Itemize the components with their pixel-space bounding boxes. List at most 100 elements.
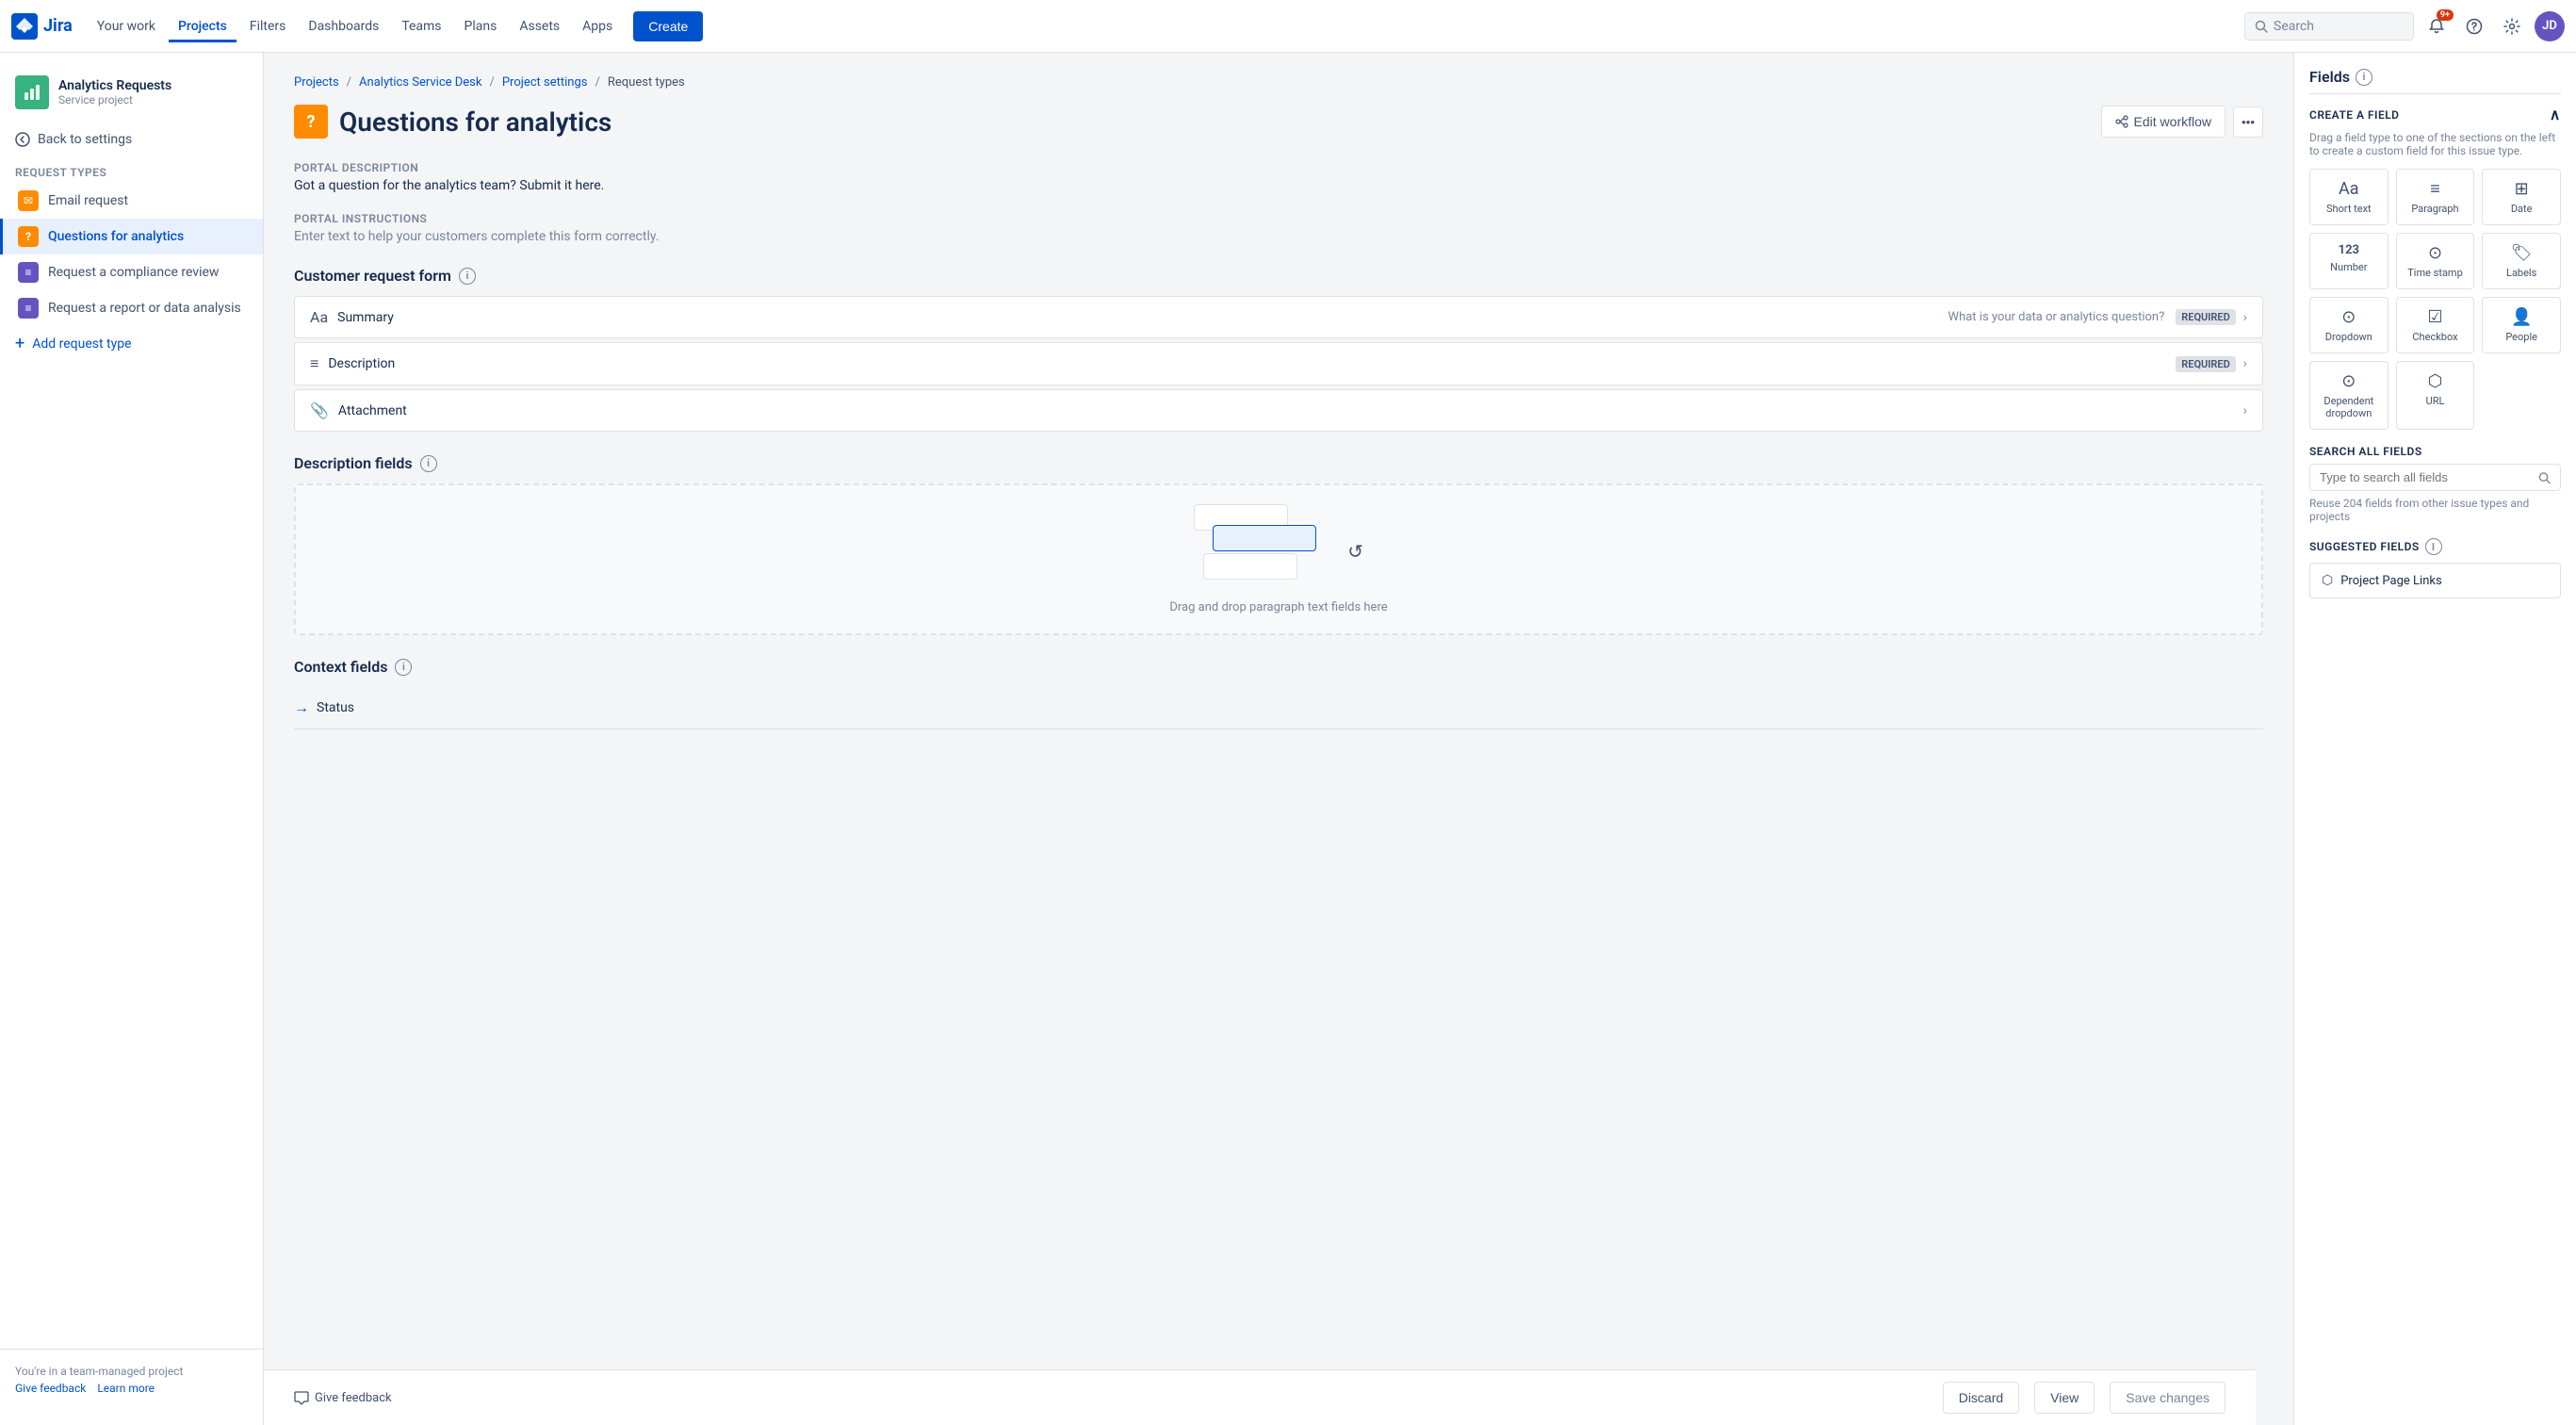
field-type-dropdown[interactable]: ⊙ Dropdown xyxy=(2309,297,2389,353)
suggested-label-text: Suggested fields xyxy=(2309,540,2420,553)
give-feedback-link[interactable]: Give feedback xyxy=(15,1382,86,1395)
breadcrumb: Projects / Analytics Service Desk / Proj… xyxy=(294,75,2263,90)
breadcrumb-sep: / xyxy=(347,75,351,90)
notifications-button[interactable]: 9+ xyxy=(2421,11,2452,41)
project-type: Service project xyxy=(58,93,171,106)
nav-your-work[interactable]: Your work xyxy=(88,11,165,41)
give-feedback-button[interactable]: Give feedback xyxy=(294,1390,392,1405)
nav-assets[interactable]: Assets xyxy=(510,11,569,41)
portal-instructions-label: Portal instructions xyxy=(294,212,2263,225)
sidebar-item-compliance[interactable]: ≡ Request a compliance review xyxy=(0,254,263,290)
breadcrumb-service-desk[interactable]: Analytics Service Desk xyxy=(359,75,481,90)
portal-instructions-placeholder[interactable]: Enter text to help your customers comple… xyxy=(294,229,2263,244)
create-button[interactable]: Create xyxy=(633,11,703,41)
nav-item-label[interactable]: Assets xyxy=(510,11,569,41)
field-attachment[interactable]: 📎 Attachment xyxy=(294,389,2263,432)
fields-info-icon[interactable]: i xyxy=(2356,69,2372,86)
project-page-links-icon: ⬡ xyxy=(2322,573,2333,588)
right-panel-header: Fields i xyxy=(2309,68,2561,86)
summary-chevron-icon xyxy=(2243,310,2247,325)
create-field-desc: Drag a field type to one of the sections… xyxy=(2309,131,2561,157)
nav-dashboards[interactable]: Dashboards xyxy=(299,11,388,41)
field-type-labels[interactable]: 🏷 Labels xyxy=(2482,233,2561,289)
field-description[interactable]: ≡ Description REQUIRED xyxy=(294,342,2263,385)
breadcrumb-project-settings[interactable]: Project settings xyxy=(502,75,588,90)
help-icon xyxy=(2466,18,2483,35)
edit-workflow-button[interactable]: Edit workflow xyxy=(2101,106,2225,138)
field-type-url[interactable]: ⬡ URL xyxy=(2396,361,2475,430)
sidebar-item-email[interactable]: ✉ Email request xyxy=(0,183,263,219)
feedback-icon xyxy=(294,1390,309,1405)
nav-plans[interactable]: Plans xyxy=(455,11,507,41)
field-type-checkbox[interactable]: ☑ Checkbox xyxy=(2396,297,2475,353)
breadcrumb-current: Request types xyxy=(608,75,685,90)
drag-card-2 xyxy=(1213,525,1316,551)
field-type-timestamp[interactable]: ⊙ Time stamp xyxy=(2396,233,2475,289)
sidebar-project: Analytics Requests Service project xyxy=(0,68,263,124)
footer-text: You're in a team-managed project xyxy=(15,1365,248,1378)
email-icon: ✉ xyxy=(18,190,39,211)
context-fields-info-icon[interactable]: i xyxy=(395,659,412,676)
context-field-status[interactable]: → Status xyxy=(294,687,2263,729)
drop-zone-hint: Drag and drop paragraph text fields here xyxy=(1169,600,1387,614)
user-avatar[interactable]: JD xyxy=(2535,11,2565,41)
field-type-people[interactable]: 👤 People xyxy=(2482,297,2561,353)
add-icon: + xyxy=(15,334,24,353)
description-fields-drop-zone[interactable]: ↺ Drag and drop paragraph text fields he… xyxy=(294,483,2263,635)
nav-active-underline xyxy=(169,40,236,42)
suggested-field-project-page-links[interactable]: ⬡ Project Page Links xyxy=(2309,563,2561,598)
more-options-button[interactable]: ••• xyxy=(2233,106,2263,138)
back-label: Back to settings xyxy=(38,132,132,147)
field-type-short-text[interactable]: Aa Short text xyxy=(2309,169,2389,225)
date-icon: ⊞ xyxy=(2515,179,2529,199)
save-changes-button[interactable]: Save changes xyxy=(2110,1382,2225,1414)
field-type-label: People xyxy=(2505,331,2537,343)
search-bar[interactable]: Search xyxy=(2244,12,2414,41)
number-icon: 123 xyxy=(2339,243,2359,257)
jira-logo[interactable]: Jira xyxy=(11,13,73,40)
sidebar-item-questions[interactable]: ? Questions for analytics xyxy=(0,219,263,254)
nav-item-label[interactable]: Plans xyxy=(455,11,507,41)
field-type-label: Dropdown xyxy=(2325,331,2372,343)
field-type-number[interactable]: 123 Number xyxy=(2309,233,2389,289)
settings-button[interactable] xyxy=(2497,11,2527,41)
field-type-date[interactable]: ⊞ Date xyxy=(2482,169,2561,225)
field-summary[interactable]: Aa Summary What is your data or analytic… xyxy=(294,296,2263,338)
discard-button[interactable]: Discard xyxy=(1943,1382,2019,1414)
description-fields-heading: Description fields i xyxy=(294,454,2263,472)
nav-item-label[interactable]: Teams xyxy=(392,11,450,41)
sidebar-item-report[interactable]: ≡ Request a report or data analysis xyxy=(0,290,263,326)
view-button[interactable]: View xyxy=(2034,1382,2095,1414)
people-icon: 👤 xyxy=(2511,307,2532,327)
nav-projects[interactable]: Projects xyxy=(169,11,236,41)
add-request-type[interactable]: + Add request type xyxy=(0,326,263,361)
nav-item-label[interactable]: Projects xyxy=(169,11,236,41)
summary-field-placeholder: What is your data or analytics question? xyxy=(1948,310,2165,324)
field-type-label: Dependent dropdown xyxy=(2316,395,2382,419)
help-button[interactable] xyxy=(2459,11,2489,41)
report-icon: ≡ xyxy=(18,298,39,319)
paragraph-icon: ≡ xyxy=(2430,179,2440,199)
nav-teams[interactable]: Teams xyxy=(392,11,450,41)
suggested-info-icon[interactable]: i xyxy=(2425,538,2442,555)
collapse-icon[interactable]: ∧ xyxy=(2550,106,2561,123)
nav-item-label[interactable]: Apps xyxy=(573,11,622,41)
search-all-fields-input[interactable] xyxy=(2320,470,2533,484)
nav-items: Your work Projects Filters Dashboards Te… xyxy=(88,11,2244,41)
description-fields-info-icon[interactable]: i xyxy=(420,455,437,472)
nav-item-label[interactable]: Filters xyxy=(240,11,296,41)
nav-apps[interactable]: Apps xyxy=(573,11,622,41)
breadcrumb-projects[interactable]: Projects xyxy=(294,75,339,90)
customer-form-info-icon[interactable]: i xyxy=(459,268,476,285)
nav-item-label[interactable]: Dashboards xyxy=(299,11,388,41)
edit-workflow-label: Edit workflow xyxy=(2134,114,2211,129)
nav-filters[interactable]: Filters xyxy=(240,11,296,41)
learn-more-link[interactable]: Learn more xyxy=(97,1382,155,1395)
nav-item-label[interactable]: Your work xyxy=(88,11,165,41)
context-fields-label: Context fields xyxy=(294,658,387,676)
main-content: Projects / Analytics Service Desk / Proj… xyxy=(264,53,2293,1425)
field-type-dependent-dropdown[interactable]: ⊙ Dependent dropdown xyxy=(2309,361,2389,430)
back-to-settings[interactable]: Back to settings xyxy=(0,124,263,155)
field-type-paragraph[interactable]: ≡ Paragraph xyxy=(2396,169,2475,225)
page-header: ? Questions for analytics Edit workflow … xyxy=(294,105,2263,139)
